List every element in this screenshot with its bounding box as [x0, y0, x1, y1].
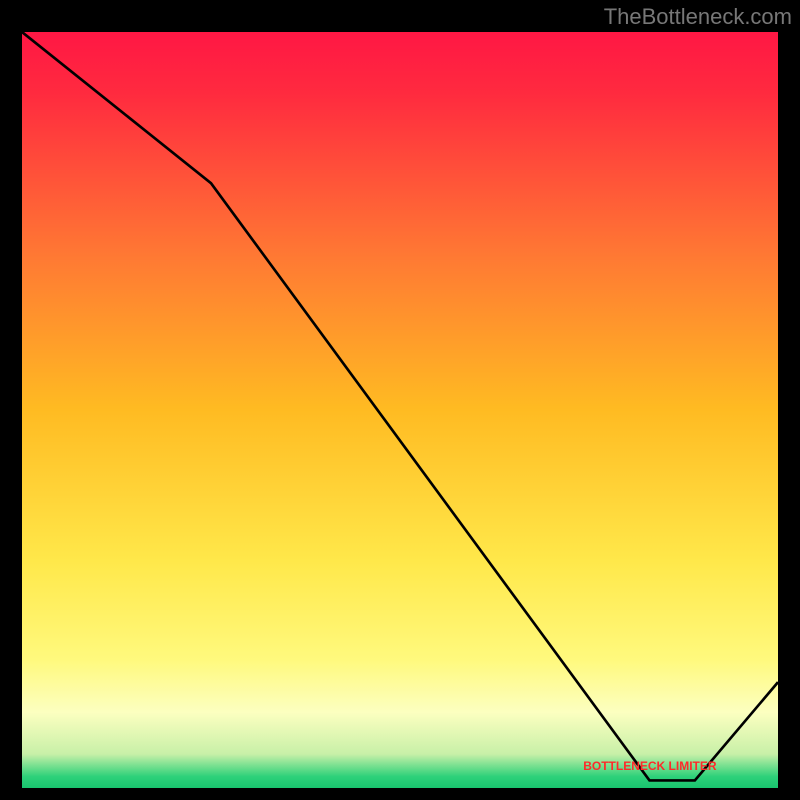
watermark-text: TheBottleneck.com — [604, 4, 792, 30]
chart-container: TheBottleneck.com BOTTLENECK LIMITER — [0, 0, 800, 800]
chart-line-svg — [22, 32, 778, 788]
chart-frame: BOTTLENECK LIMITER — [20, 30, 780, 790]
limiter-label: BOTTLENECK LIMITER — [583, 759, 716, 773]
series-line — [22, 32, 778, 780]
